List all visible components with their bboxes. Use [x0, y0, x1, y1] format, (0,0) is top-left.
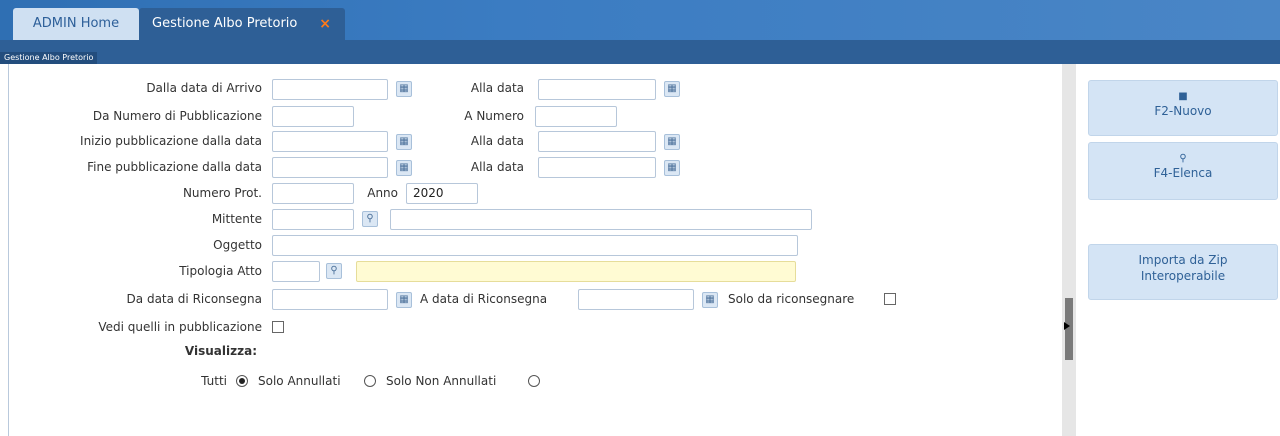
radio-solo-annullati[interactable]: [364, 375, 376, 387]
label-numero-prot: Numero Prot.: [182, 186, 262, 200]
label-dalla-data-arrivo: Dalla data di Arrivo: [146, 81, 262, 95]
collapse-arrow-icon[interactable]: [1064, 322, 1070, 330]
calendar-icon[interactable]: ▦: [702, 292, 718, 308]
mittente-code-input[interactable]: [272, 209, 354, 230]
anno-input[interactable]: 2020: [406, 183, 478, 204]
inizio-pubblicazione-input[interactable]: [272, 131, 388, 152]
nuovo-button[interactable]: ■ F2-Nuovo: [1088, 80, 1278, 136]
search-form: Dalla data di Arrivo ▦ Alla data ▦ Da Nu…: [0, 64, 1062, 436]
label-solo-da-riconsegnare: Solo da riconsegnare: [728, 292, 855, 306]
vedi-quelli-checkbox[interactable]: [272, 321, 284, 333]
label-solo-non-annullati: Solo Non Annullati: [386, 374, 497, 388]
calendar-icon[interactable]: ▦: [664, 134, 680, 150]
close-icon[interactable]: ×: [319, 8, 331, 40]
nuovo-label: F2-Nuovo: [1154, 104, 1212, 118]
calendar-icon[interactable]: ▦: [664, 81, 680, 97]
tab-label: Gestione Albo Pretorio: [152, 16, 298, 31]
a-data-riconsegna-input[interactable]: [578, 289, 694, 310]
label-da-data-riconsegna: Da data di Riconsegna: [126, 292, 262, 306]
tipologia-atto-description-input[interactable]: [356, 261, 796, 282]
alla-data-fine-input[interactable]: [538, 157, 656, 178]
alla-data-inizio-input[interactable]: [538, 131, 656, 152]
label-vedi-quelli-in-pubblicazione: Vedi quelli in pubblicazione: [98, 320, 262, 334]
dalla-data-arrivo-input[interactable]: [272, 79, 388, 100]
importa-label-line1: Importa da Zip: [1138, 253, 1228, 267]
alla-data-arrivo-input[interactable]: [538, 79, 656, 100]
label-tipologia-atto: Tipologia Atto: [179, 264, 262, 278]
label-alla-data-arrivo: Alla data: [470, 81, 524, 95]
oggetto-input[interactable]: [272, 235, 798, 256]
calendar-icon[interactable]: ▦: [396, 81, 412, 97]
da-numero-pubblicazione-input[interactable]: [272, 106, 354, 127]
tab-gestione-albo-pretorio[interactable]: Gestione Albo Pretorio ×: [139, 8, 345, 40]
calendar-icon[interactable]: ▦: [396, 134, 412, 150]
label-inizio-pubblicazione: Inizio pubblicazione dalla data: [80, 134, 262, 148]
label-da-numero-pubblicazione: Da Numero di Pubblicazione: [92, 109, 262, 123]
calendar-icon[interactable]: ▦: [664, 160, 680, 176]
panel-splitter[interactable]: [1062, 64, 1076, 436]
da-data-riconsegna-input[interactable]: [272, 289, 388, 310]
elenca-label: F4-Elenca: [1153, 166, 1213, 180]
a-numero-input[interactable]: [535, 106, 617, 127]
tab-admin-home[interactable]: ADMIN Home: [13, 8, 139, 40]
label-alla-data-inizio: Alla data: [470, 134, 524, 148]
mittente-description-input[interactable]: [390, 209, 812, 230]
tipologia-atto-code-input[interactable]: [272, 261, 320, 282]
radio-tutti[interactable]: [236, 375, 248, 387]
label-alla-data-fine: Alla data: [470, 160, 524, 174]
radio-solo-non-annullati[interactable]: [528, 375, 540, 387]
label-solo-annullati: Solo Annullati: [258, 374, 341, 388]
importa-label-line2: Interoperabile: [1140, 269, 1226, 283]
label-visualizza: Visualizza:: [184, 344, 257, 358]
elenca-button[interactable]: ⚲ F4-Elenca: [1088, 142, 1278, 200]
fine-pubblicazione-input[interactable]: [272, 157, 388, 178]
sub-header-bar: [0, 40, 1280, 64]
search-icon[interactable]: ⚲: [326, 263, 342, 279]
label-a-numero: A Numero: [464, 109, 524, 123]
label-tutti: Tutti: [201, 374, 227, 388]
search-icon: ⚲: [1179, 153, 1187, 164]
importa-zip-button[interactable]: Importa da Zip Interoperabile: [1088, 244, 1278, 300]
breadcrumb: Gestione Albo Pretorio: [0, 52, 98, 64]
solo-da-riconsegnare-checkbox[interactable]: [884, 293, 896, 305]
calendar-icon[interactable]: ▦: [396, 160, 412, 176]
document-icon: ■: [1178, 91, 1188, 102]
label-a-data-riconsegna: A data di Riconsegna: [420, 292, 548, 306]
label-oggetto: Oggetto: [213, 238, 262, 252]
label-fine-pubblicazione: Fine pubblicazione dalla data: [87, 160, 262, 174]
calendar-icon[interactable]: ▦: [396, 292, 412, 308]
label-anno: Anno: [367, 186, 398, 200]
search-icon[interactable]: ⚲: [362, 211, 378, 227]
numero-prot-input[interactable]: [272, 183, 354, 204]
label-mittente: Mittente: [211, 212, 262, 226]
